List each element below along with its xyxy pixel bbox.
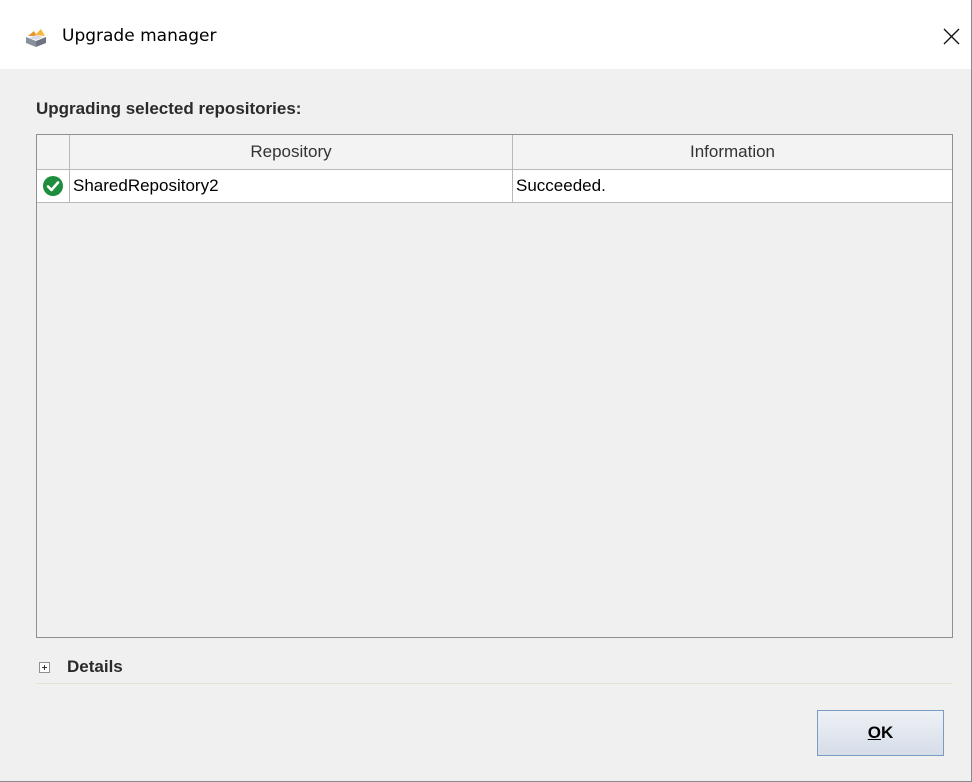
ok-label-rest: K bbox=[880, 723, 894, 742]
app-icon bbox=[24, 27, 48, 47]
table-header: Repository Information bbox=[37, 135, 952, 170]
column-header-status[interactable] bbox=[37, 135, 70, 169]
column-header-repository[interactable]: Repository bbox=[70, 135, 513, 169]
close-icon bbox=[943, 28, 960, 45]
details-label: Details bbox=[67, 657, 123, 676]
repositories-table[interactable]: Repository Information SharedRepository2… bbox=[36, 134, 953, 638]
information-cell: Succeeded. bbox=[516, 176, 606, 195]
details-toggle[interactable]: Details bbox=[36, 657, 953, 684]
ok-mnemonic: O bbox=[867, 723, 881, 742]
upgrade-manager-dialog: Upgrade manager Upgrading selected repos… bbox=[0, 0, 972, 782]
window-title: Upgrade manager bbox=[62, 26, 217, 46]
table-row[interactable]: SharedRepository2 Succeeded. bbox=[37, 170, 952, 203]
status-cell bbox=[37, 170, 70, 202]
ok-button[interactable]: OK bbox=[817, 710, 944, 756]
close-button[interactable] bbox=[931, 18, 971, 54]
expand-plus-icon[interactable] bbox=[39, 662, 50, 673]
section-label: Upgrading selected repositories: bbox=[36, 99, 302, 118]
dialog-content: Upgrading selected repositories: Reposit… bbox=[0, 69, 971, 781]
title-bar[interactable]: Upgrade manager bbox=[0, 0, 971, 69]
check-circle-icon bbox=[43, 176, 63, 196]
repository-cell: SharedRepository2 bbox=[70, 170, 513, 202]
column-header-information[interactable]: Information bbox=[513, 135, 952, 169]
